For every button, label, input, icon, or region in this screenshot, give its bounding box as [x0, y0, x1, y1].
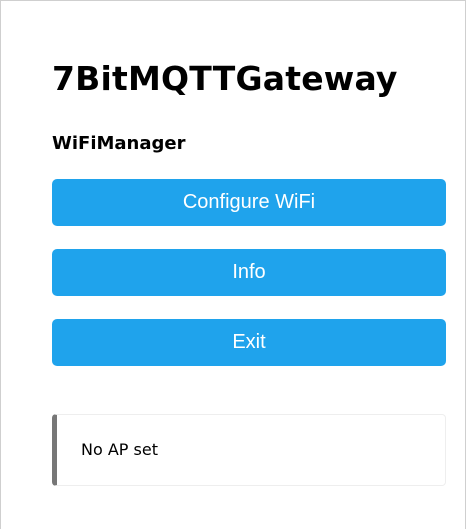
page-title: 7BitMQTTGateway	[52, 59, 398, 98]
status-message-box: No AP set	[52, 414, 446, 486]
status-message-text: No AP set	[81, 440, 158, 459]
exit-button[interactable]: Exit	[52, 319, 446, 366]
page-subtitle: WiFiManager	[52, 133, 186, 154]
info-button[interactable]: Info	[52, 249, 446, 296]
configure-wifi-button[interactable]: Configure WiFi	[52, 179, 446, 226]
page-container: 7BitMQTTGateway WiFiManager Configure Wi…	[0, 0, 466, 529]
